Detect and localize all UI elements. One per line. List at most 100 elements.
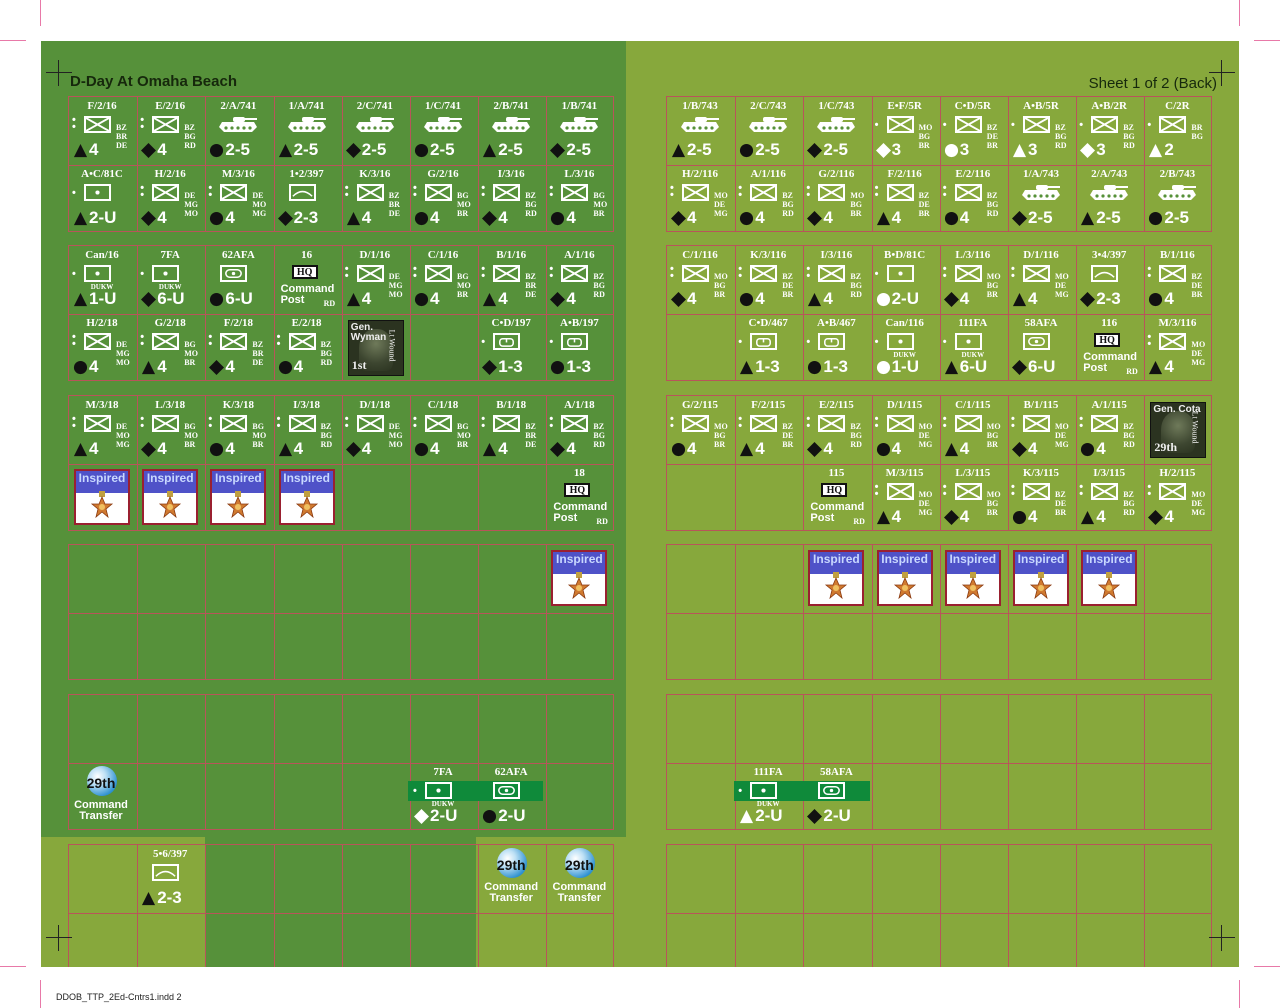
unit-counter[interactable]: M/3/116 • • MO DE MG 4 bbox=[1143, 313, 1211, 381]
unit-counter[interactable]: E/2/18 • • BZ BG RD 4 bbox=[273, 313, 341, 381]
unit-counter[interactable]: D/1/18 • • DE MG MO 4 bbox=[341, 395, 409, 463]
unit-counter[interactable]: A•B/467 • 1-3 bbox=[802, 313, 870, 381]
unit-counter[interactable]: 2/B/741 2-5 bbox=[477, 96, 545, 164]
unit-counter[interactable]: K/3/18 • • BG MO BR 4 bbox=[204, 395, 272, 463]
unit-counter[interactable]: A•B/2R • BZ BG RD 3 bbox=[1075, 96, 1143, 164]
unit-counter[interactable]: 2/C/743 2-5 bbox=[734, 96, 802, 164]
unit-counter[interactable]: C/1/115 • • MO BG BR 4 bbox=[939, 395, 1007, 463]
unit-counter[interactable]: E/2/115 • • BZ BG RD 4 bbox=[802, 395, 870, 463]
unit-counter[interactable]: F/2/16 • • BZ BR DE 4 bbox=[68, 96, 136, 164]
unit-counter[interactable]: 18 HQ Command Post RD bbox=[545, 463, 613, 531]
unit-counter[interactable]: 5•6/397 2-3 bbox=[136, 844, 204, 912]
unit-counter[interactable]: 1/B/741 2-5 bbox=[545, 96, 613, 164]
unit-counter[interactable]: A/1/18 • • BZ BG RD 4 bbox=[545, 395, 613, 463]
unit-counter[interactable]: A/1/116 • • BZ BG RD 4 bbox=[734, 164, 802, 232]
unit-counter[interactable]: K/3/16 • • BZ BR DE 4 bbox=[341, 164, 409, 232]
inspired-counter[interactable]: Inspired bbox=[278, 469, 335, 525]
unit-counter[interactable]: H/2/18 • • DE MG MO 4 bbox=[68, 313, 136, 381]
unit-counter[interactable]: 58AFA 2-U bbox=[802, 762, 870, 830]
unit-counter[interactable]: C/2R • BR BG 2 bbox=[1143, 96, 1211, 164]
unit-counter[interactable]: L/3/115 • • MO BG BR 4 bbox=[939, 463, 1007, 531]
command-transfer-counter[interactable]: 29th Command Transfer bbox=[477, 844, 545, 912]
general-counter[interactable]: Gen. Cota Lt Wound 29th bbox=[1150, 402, 1207, 458]
unit-counter[interactable]: B/1/116 • • BZ DE BR 4 bbox=[1143, 245, 1211, 313]
unit-counter[interactable]: 115 HQ Command Post RD bbox=[802, 463, 870, 531]
inspired-counter[interactable]: Inspired bbox=[551, 550, 608, 606]
unit-counter[interactable]: A/1/115 • • BZ BG RD 4 bbox=[1075, 395, 1143, 463]
unit-counter[interactable]: D/1/116 • • MO DE MG 4 bbox=[1007, 245, 1075, 313]
unit-counter[interactable]: L/3/16 • • BG MO BR 4 bbox=[545, 164, 613, 232]
unit-counter[interactable]: I/3/18 • • BZ BG RD 4 bbox=[273, 395, 341, 463]
unit-counter[interactable]: 2/B/743 2-5 bbox=[1143, 164, 1211, 232]
unit-counter[interactable]: A•C/81C • 2-U bbox=[68, 164, 136, 232]
unit-counter[interactable]: E/2/116 • • BZ BG RD 4 bbox=[939, 164, 1007, 232]
unit-counter[interactable]: F/2/18 • • BZ BR DE 4 bbox=[204, 313, 272, 381]
unit-counter[interactable]: F/2/115 • • BZ DE BR 4 bbox=[734, 395, 802, 463]
general-counter[interactable]: Gen. Wyman Lt Wound 1st bbox=[347, 320, 404, 376]
inspired-counter[interactable]: Inspired bbox=[74, 469, 130, 525]
command-transfer-counter[interactable]: 29th Command Transfer bbox=[545, 844, 613, 912]
unit-counter[interactable]: 111FA • DUKW 2-U bbox=[734, 762, 802, 830]
unit-counter[interactable]: L/3/18 • • BG MO BR 4 bbox=[136, 395, 204, 463]
unit-counter[interactable]: M/3/18 • • DE MO MG 4 bbox=[68, 395, 136, 463]
inspired-counter[interactable]: Inspired bbox=[876, 550, 933, 606]
unit-counter[interactable]: 58AFA 6-U bbox=[1007, 313, 1075, 381]
unit-counter[interactable]: A/1/16 • • BZ BG RD 4 bbox=[545, 245, 613, 313]
unit-counter[interactable]: 2/A/743 2-5 bbox=[1075, 164, 1143, 232]
unit-counter[interactable]: 62AFA 2-U bbox=[477, 762, 545, 830]
unit-counter[interactable]: G/2/16 • • BG MO BR 4 bbox=[409, 164, 477, 232]
unit-counter[interactable]: Can/16 • DUKW 1-U bbox=[68, 245, 136, 313]
unit-counter[interactable]: D/1/115 • • MO DE MG 4 bbox=[871, 395, 939, 463]
inspired-counter[interactable]: Inspired bbox=[210, 469, 267, 525]
unit-counter[interactable]: B/1/16 • • BZ BR DE 4 bbox=[477, 245, 545, 313]
unit-counter[interactable]: 2/C/741 2-5 bbox=[341, 96, 409, 164]
unit-counter[interactable]: 116 HQ Command Post RD bbox=[1075, 313, 1143, 381]
unit-counter[interactable]: D/1/16 • • DE MG MO 4 bbox=[341, 245, 409, 313]
unit-counter[interactable]: C•D/197 • 1-3 bbox=[477, 313, 545, 381]
unit-counter[interactable]: F/2/116 • • BZ DE BR 4 bbox=[871, 164, 939, 232]
unit-counter[interactable]: H/2/116 • • MO DE MG 4 bbox=[666, 164, 734, 232]
unit-counter[interactable]: 62AFA 6-U bbox=[204, 245, 272, 313]
unit-counter[interactable]: 7FA • DUKW 6-U bbox=[136, 245, 204, 313]
unit-counter[interactable]: 16 HQ Command Post RD bbox=[273, 245, 341, 313]
unit-counter[interactable]: E•F/5R • MO BG BR 3 bbox=[871, 96, 939, 164]
unit-counter[interactable]: G/2/115 • • MO BG BR 4 bbox=[666, 395, 734, 463]
unit-counter[interactable]: I/3/116 • • BZ BG RD 4 bbox=[802, 245, 870, 313]
unit-counter[interactable]: C•D/467 • 1-3 bbox=[734, 313, 802, 381]
command-transfer-counter[interactable]: 29th Command Transfer bbox=[67, 762, 135, 830]
unit-counter[interactable]: 1/A/741 2-5 bbox=[273, 96, 341, 164]
inspired-counter[interactable]: Inspired bbox=[142, 469, 199, 525]
unit-counter[interactable]: L/3/116 • • MO BG BR 4 bbox=[939, 245, 1007, 313]
unit-counter[interactable]: A•B/5R • BZ BG RD 3 bbox=[1007, 96, 1075, 164]
unit-counter[interactable]: A•B/197 • 1-3 bbox=[545, 313, 613, 381]
unit-counter[interactable]: I/3/115 • • BZ BG RD 4 bbox=[1075, 463, 1143, 531]
inspired-counter[interactable]: Inspired bbox=[1013, 550, 1069, 606]
unit-counter[interactable]: B•D/81C • 2-U bbox=[871, 245, 939, 313]
unit-counter[interactable]: C/1/18 • • BG MO BR 4 bbox=[409, 395, 477, 463]
inspired-counter[interactable]: Inspired bbox=[808, 550, 865, 606]
unit-counter[interactable]: 1•2/397 2-3 bbox=[273, 164, 341, 232]
unit-counter[interactable]: E/2/16 • • BZ BG RD 4 bbox=[136, 96, 204, 164]
unit-counter[interactable]: 111FA • DUKW 6-U bbox=[939, 313, 1007, 381]
unit-counter[interactable]: K/3/115 • • BZ DE BR 4 bbox=[1007, 463, 1075, 531]
unit-counter[interactable]: 3•4/397 2-3 bbox=[1075, 245, 1143, 313]
unit-counter[interactable]: H/2/16 • • DE MG MO 4 bbox=[136, 164, 204, 232]
inspired-counter[interactable]: Inspired bbox=[944, 550, 1001, 606]
unit-counter[interactable]: B/1/18 • • BZ BR DE 4 bbox=[477, 395, 545, 463]
unit-counter[interactable]: M/3/16 • • DE MO MG 4 bbox=[204, 164, 272, 232]
unit-counter[interactable]: G/2/116 • • MO BG BR 4 bbox=[802, 164, 870, 232]
unit-counter[interactable]: M/3/115 • • MO DE MG 4 bbox=[871, 463, 939, 531]
unit-counter[interactable]: G/2/18 • • BG MO BR 4 bbox=[136, 313, 204, 381]
inspired-counter[interactable]: Inspired bbox=[1081, 550, 1138, 606]
unit-counter[interactable]: 7FA • DUKW 2-U bbox=[409, 762, 477, 830]
unit-counter[interactable]: K/3/116 • • BZ DE BR 4 bbox=[734, 245, 802, 313]
unit-counter[interactable]: Can/116 • DUKW 1-U bbox=[871, 313, 939, 381]
unit-counter[interactable]: C/1/16 • • BG MO BR 4 bbox=[409, 245, 477, 313]
unit-counter[interactable]: 1/B/743 2-5 bbox=[666, 96, 734, 164]
unit-counter[interactable]: C•D/5R • BZ DE BR 3 bbox=[939, 96, 1007, 164]
unit-counter[interactable]: C/1/116 • • MO BG BR 4 bbox=[666, 245, 734, 313]
unit-counter[interactable]: 2/A/741 2-5 bbox=[204, 96, 272, 164]
unit-counter[interactable]: B/1/115 • • MO DE MG 4 bbox=[1007, 395, 1075, 463]
unit-counter[interactable]: 1/A/743 2-5 bbox=[1007, 164, 1075, 232]
unit-counter[interactable]: 1/C/741 2-5 bbox=[409, 96, 477, 164]
